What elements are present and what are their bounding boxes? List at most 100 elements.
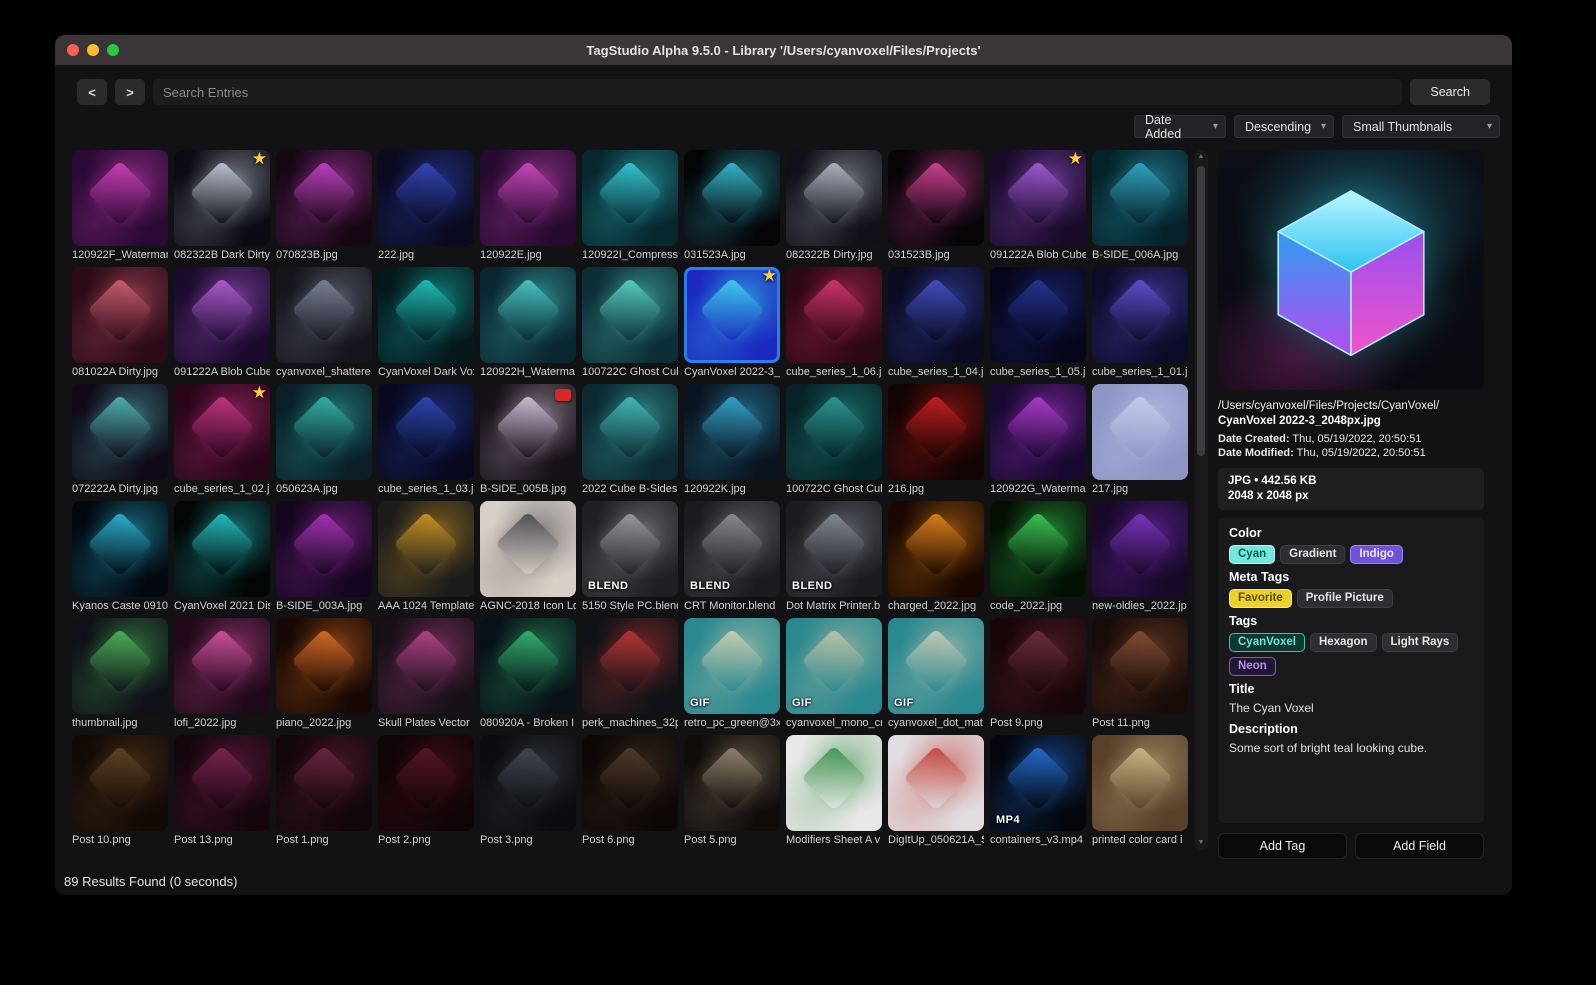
scrollbar-thumb[interactable] bbox=[1197, 166, 1205, 456]
grid-item[interactable]: Post 3.png bbox=[480, 735, 576, 847]
add-field-button[interactable]: Add Field bbox=[1355, 833, 1484, 859]
grid-item[interactable]: Post 1.png bbox=[276, 735, 372, 847]
grid-item[interactable]: ★ 082322B Dark Dirty bbox=[174, 150, 270, 262]
grid-item[interactable]: new-oldies_2022.jp bbox=[1092, 501, 1188, 613]
tag-favorite[interactable]: Favorite bbox=[1229, 589, 1292, 608]
grid-item[interactable]: GIF cyanvoxel_mono_cr bbox=[786, 618, 882, 730]
scroll-down-icon[interactable]: ▼ bbox=[1198, 836, 1205, 850]
grid-item[interactable]: 217.jpg bbox=[1092, 384, 1188, 496]
grid-item[interactable]: thumbnail.jpg bbox=[72, 618, 168, 730]
scroll-up-icon[interactable]: ▲ bbox=[1198, 150, 1205, 164]
grid-item[interactable]: BLEND 5150 Style PC.blend bbox=[582, 501, 678, 613]
thumbnail-size-dropdown[interactable]: Small Thumbnails ▾ bbox=[1342, 115, 1500, 138]
description-field-value: Some sort of bright teal looking cube. bbox=[1229, 741, 1428, 755]
search-input[interactable] bbox=[153, 79, 1403, 105]
tag-indigo[interactable]: Indigo bbox=[1350, 545, 1403, 564]
grid-item[interactable]: Post 11.png bbox=[1092, 618, 1188, 730]
scrollbar[interactable]: ▲ ▼ bbox=[1194, 150, 1208, 850]
sort-order-dropdown[interactable]: Descending ▾ bbox=[1234, 115, 1334, 138]
grid-item[interactable]: ★ cube_series_1_02.j bbox=[174, 384, 270, 496]
grid-item[interactable]: DigItUp_050621A_S bbox=[888, 735, 984, 847]
grid-item[interactable]: B-SIDE_003A.jpg bbox=[276, 501, 372, 613]
grid-item[interactable]: ★ CyanVoxel 2022-3_ bbox=[684, 267, 780, 379]
grid-item[interactable]: Post 9.png bbox=[990, 618, 1086, 730]
grid-item[interactable]: Modifiers Sheet A v bbox=[786, 735, 882, 847]
grid-item[interactable]: 120922G_Waterma bbox=[990, 384, 1086, 496]
grid-item[interactable]: cube_series_1_04.j bbox=[888, 267, 984, 379]
grid-item[interactable]: ★ 091222A Blob Cube bbox=[990, 150, 1086, 262]
grid-item[interactable]: piano_2022.jpg bbox=[276, 618, 372, 730]
grid-item[interactable]: 100722C Ghost Cub bbox=[786, 384, 882, 496]
thumbnail-filename: Post 6.png bbox=[582, 834, 635, 846]
thumbnail-shape bbox=[903, 628, 969, 694]
zoom-window-button[interactable] bbox=[107, 44, 119, 56]
grid-item[interactable]: 120922E.jpg bbox=[480, 150, 576, 262]
grid-item[interactable]: 222.jpg bbox=[378, 150, 474, 262]
thumbnail-shape bbox=[393, 277, 459, 343]
grid-item[interactable]: cube_series_1_06.j bbox=[786, 267, 882, 379]
tag-profile-picture[interactable]: Profile Picture bbox=[1296, 589, 1393, 608]
grid-item[interactable]: 100722C Ghost Cub bbox=[582, 267, 678, 379]
tag-hexagon[interactable]: Hexagon bbox=[1309, 633, 1377, 652]
grid-item[interactable]: AAA 1024 Template bbox=[378, 501, 474, 613]
sort-field-dropdown[interactable]: Date Added ▾ bbox=[1134, 113, 1226, 141]
tag-gradient[interactable]: Gradient bbox=[1280, 545, 1346, 564]
grid-item[interactable]: 031523A.jpg bbox=[684, 150, 780, 262]
grid-item[interactable]: Post 6.png bbox=[582, 735, 678, 847]
grid-item[interactable]: 120922F_Watermark bbox=[72, 150, 168, 262]
grid-item[interactable]: 120922K.jpg bbox=[684, 384, 780, 496]
tag-cyan[interactable]: Cyan bbox=[1229, 545, 1276, 564]
grid-item[interactable]: B-SIDE_006A.jpg bbox=[1092, 150, 1188, 262]
grid-item[interactable]: 091222A Blob Cube bbox=[174, 267, 270, 379]
grid-item[interactable]: Kyanos Caste 0910 bbox=[72, 501, 168, 613]
grid-item[interactable]: MP4 containers_v3.mp4 bbox=[990, 735, 1086, 847]
titlebar: TagStudio Alpha 9.5.0 - Library '/Users/… bbox=[55, 35, 1512, 65]
tag-neon[interactable]: Neon bbox=[1229, 657, 1276, 676]
grid-item[interactable]: BLEND Dot Matrix Printer.b bbox=[786, 501, 882, 613]
grid-item[interactable]: lofi_2022.jpg bbox=[174, 618, 270, 730]
grid-item[interactable]: 080920A - Broken I bbox=[480, 618, 576, 730]
close-window-button[interactable] bbox=[67, 44, 79, 56]
grid-item[interactable]: 2022 Cube B-Sides bbox=[582, 384, 678, 496]
grid-item[interactable]: cube_series_1_05.j bbox=[990, 267, 1086, 379]
grid-item[interactable]: 120922H_Waterma bbox=[480, 267, 576, 379]
grid-item[interactable]: 081022A Dirty.jpg bbox=[72, 267, 168, 379]
grid-item[interactable]: Post 2.png bbox=[378, 735, 474, 847]
grid-item[interactable]: GIF cyanvoxel_dot_mat bbox=[888, 618, 984, 730]
grid-item[interactable]: Post 5.png bbox=[684, 735, 780, 847]
grid-item[interactable]: charged_2022.jpg bbox=[888, 501, 984, 613]
tag-light-rays[interactable]: Light Rays bbox=[1381, 633, 1459, 652]
grid-item[interactable]: cyanvoxel_shattere bbox=[276, 267, 372, 379]
grid-item[interactable]: B-SIDE_005B.jpg bbox=[480, 384, 576, 496]
grid-item[interactable]: Skull Plates Vector bbox=[378, 618, 474, 730]
grid-item[interactable]: CyanVoxel 2021 Dis bbox=[174, 501, 270, 613]
grid-item[interactable]: cube_series_1_01.j bbox=[1092, 267, 1188, 379]
grid-item[interactable]: printed color card i bbox=[1092, 735, 1188, 847]
grid-item[interactable]: 070823B.jpg bbox=[276, 150, 372, 262]
grid-item[interactable]: GIF retro_pc_green@3x bbox=[684, 618, 780, 730]
thumbnail-filename: 100722C Ghost Cub bbox=[786, 483, 882, 495]
grid-item[interactable]: CyanVoxel Dark Vox bbox=[378, 267, 474, 379]
thumbnail-image: MP4 bbox=[990, 735, 1086, 831]
back-button[interactable]: < bbox=[77, 79, 107, 105]
grid-item[interactable]: 082322B Dirty.jpg bbox=[786, 150, 882, 262]
thumbnail-image bbox=[990, 501, 1086, 597]
grid-item[interactable]: cube_series_1_03.j bbox=[378, 384, 474, 496]
file-info-box: JPG • 442.56 KB 2048 x 2048 px bbox=[1218, 468, 1484, 510]
minimize-window-button[interactable] bbox=[87, 44, 99, 56]
tag-cyanvoxel[interactable]: CyanVoxel bbox=[1229, 633, 1305, 652]
grid-item[interactable]: 031523B.jpg bbox=[888, 150, 984, 262]
forward-button[interactable]: > bbox=[115, 79, 145, 105]
grid-item[interactable]: BLEND CRT Monitor.blend bbox=[684, 501, 780, 613]
grid-item[interactable]: 120922I_Compress bbox=[582, 150, 678, 262]
grid-item[interactable]: 050623A.jpg bbox=[276, 384, 372, 496]
grid-item[interactable]: AGNC-2018 Icon Lo bbox=[480, 501, 576, 613]
grid-item[interactable]: Post 10.png bbox=[72, 735, 168, 847]
grid-item[interactable]: 216.jpg bbox=[888, 384, 984, 496]
grid-item[interactable]: code_2022.jpg bbox=[990, 501, 1086, 613]
add-tag-button[interactable]: Add Tag bbox=[1218, 833, 1347, 859]
grid-item[interactable]: Post 13.png bbox=[174, 735, 270, 847]
grid-item[interactable]: 072222A Dirty.jpg bbox=[72, 384, 168, 496]
search-button[interactable]: Search bbox=[1410, 79, 1490, 105]
grid-item[interactable]: perk_machines_32p bbox=[582, 618, 678, 730]
